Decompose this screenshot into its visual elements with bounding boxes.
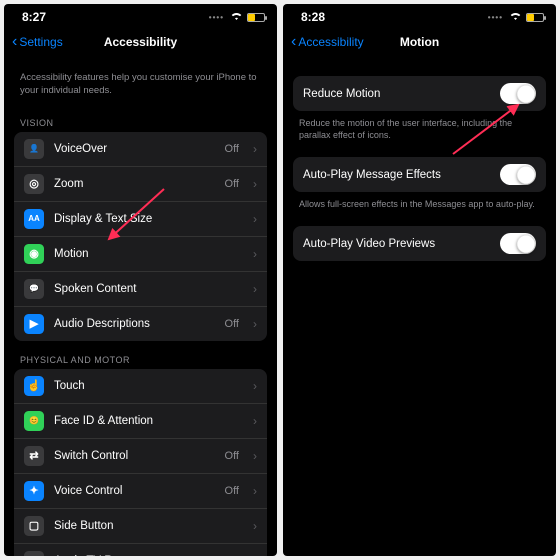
page-title: Motion (400, 35, 439, 49)
row-face-id[interactable]: 😊 Face ID & Attention › (14, 404, 267, 439)
chevron-right-icon: › (253, 379, 257, 393)
back-button[interactable]: ‹ Settings (12, 34, 63, 50)
battery-icon (247, 13, 265, 22)
row-spoken-content[interactable]: 💬 Spoken Content › (14, 272, 267, 307)
row-value: Off (225, 318, 239, 330)
touch-icon: ☝ (24, 376, 44, 396)
wifi-icon (230, 10, 243, 24)
status-right: •••• (488, 10, 544, 24)
row-auto-play-message-effects[interactable]: Auto-Play Message Effects (293, 157, 546, 192)
toggle-group: Auto-Play Video Previews (293, 226, 546, 261)
section-header-vision: VISION (4, 104, 277, 132)
status-bar: 8:28 •••• (283, 4, 556, 26)
row-label: Audio Descriptions (54, 318, 215, 330)
row-label: Side Button (54, 520, 239, 532)
list-physical: ☝ Touch › 😊 Face ID & Attention › ⇄ Switch Cont… (14, 369, 267, 556)
row-label: Auto-Play Message Effects (303, 169, 490, 181)
back-label: Accessibility (298, 35, 363, 49)
row-label: Zoom (54, 178, 215, 190)
row-motion[interactable]: ◉ Motion › (14, 237, 267, 272)
toggle-group: Reduce Motion (293, 76, 546, 111)
group-note: Allows full-screen effects in the Messag… (283, 192, 556, 210)
row-reduce-motion[interactable]: Reduce Motion (293, 76, 546, 111)
row-label: VoiceOver (54, 143, 215, 155)
row-value: Off (225, 143, 239, 155)
display-text-size-icon: AA (24, 209, 44, 229)
face-id-icon: 😊 (24, 411, 44, 431)
row-label: Apple TV Remote (54, 555, 239, 556)
voiceover-icon: 👤 (24, 139, 44, 159)
motion-icon: ◉ (24, 244, 44, 264)
phone-motion: 8:28 •••• ‹ Accessibility Motion Reduce … (283, 4, 556, 556)
row-auto-play-video-previews[interactable]: Auto-Play Video Previews (293, 226, 546, 261)
chevron-right-icon: › (253, 142, 257, 156)
row-voice-control[interactable]: ✦ Voice Control Off › (14, 474, 267, 509)
section-header-physical: PHYSICAL AND MOTOR (4, 341, 277, 369)
row-label: Display & Text Size (54, 213, 239, 225)
row-label: Auto-Play Video Previews (303, 238, 490, 250)
signal-dots: •••• (488, 13, 503, 22)
phone-accessibility: 8:27 •••• ‹ Settings Accessibility Acces… (4, 4, 277, 556)
page-title: Accessibility (104, 35, 177, 49)
row-label: Reduce Motion (303, 88, 490, 100)
row-display-text-size[interactable]: AA Display & Text Size › (14, 202, 267, 237)
chevron-right-icon: › (253, 282, 257, 296)
toggle-auto-play-message-effects[interactable] (500, 164, 536, 185)
side-button-icon: ▢ (24, 516, 44, 536)
spoken-content-icon: 💬 (24, 279, 44, 299)
chevron-right-icon: › (253, 212, 257, 226)
toggle-knob (517, 235, 535, 253)
chevron-right-icon: › (253, 247, 257, 261)
wifi-icon (509, 10, 522, 24)
status-time: 8:28 (301, 10, 325, 24)
chevron-right-icon: › (253, 177, 257, 191)
chevron-right-icon: › (253, 519, 257, 533)
row-audio-descriptions[interactable]: ▶ Audio Descriptions Off › (14, 307, 267, 341)
back-button[interactable]: ‹ Accessibility (291, 34, 364, 50)
chevron-right-icon: › (253, 484, 257, 498)
chevron-right-icon: › (253, 554, 257, 556)
audio-descriptions-icon: ▶ (24, 314, 44, 334)
switch-control-icon: ⇄ (24, 446, 44, 466)
row-apple-tv-remote[interactable]: ▭ Apple TV Remote › (14, 544, 267, 556)
row-label: Motion (54, 248, 239, 260)
status-bar: 8:27 •••• (4, 4, 277, 26)
voice-control-icon: ✦ (24, 481, 44, 501)
row-value: Off (225, 450, 239, 462)
status-time: 8:27 (22, 10, 46, 24)
row-voiceover[interactable]: 👤 VoiceOver Off › (14, 132, 267, 167)
nav-bar: ‹ Accessibility Motion (283, 26, 556, 58)
row-value: Off (225, 485, 239, 497)
row-label: Spoken Content (54, 283, 239, 295)
row-value: Off (225, 178, 239, 190)
toggle-auto-play-video-previews[interactable] (500, 233, 536, 254)
battery-icon (526, 13, 544, 22)
nav-bar: ‹ Settings Accessibility (4, 26, 277, 58)
toggle-reduce-motion[interactable] (500, 83, 536, 104)
row-label: Switch Control (54, 450, 215, 462)
chevron-right-icon: › (253, 317, 257, 331)
list-vision: 👤 VoiceOver Off › ◎ Zoom Off › AA Display & Text … (14, 132, 267, 341)
back-label: Settings (19, 35, 62, 49)
row-touch[interactable]: ☝ Touch › (14, 369, 267, 404)
signal-dots: •••• (209, 13, 224, 22)
zoom-icon: ◎ (24, 174, 44, 194)
intro-text: Accessibility features help you customis… (4, 58, 277, 104)
chevron-right-icon: › (253, 449, 257, 463)
row-label: Voice Control (54, 485, 215, 497)
chevron-left-icon: ‹ (12, 34, 17, 50)
toggle-group: Auto-Play Message Effects (293, 157, 546, 192)
row-zoom[interactable]: ◎ Zoom Off › (14, 167, 267, 202)
apple-tv-remote-icon: ▭ (24, 551, 44, 556)
group-note: Reduce the motion of the user interface,… (283, 111, 556, 141)
status-right: •••• (209, 10, 265, 24)
row-label: Face ID & Attention (54, 415, 239, 427)
toggle-knob (517, 166, 535, 184)
row-label: Touch (54, 380, 239, 392)
row-switch-control[interactable]: ⇄ Switch Control Off › (14, 439, 267, 474)
toggle-knob (517, 85, 535, 103)
chevron-right-icon: › (253, 414, 257, 428)
row-side-button[interactable]: ▢ Side Button › (14, 509, 267, 544)
chevron-left-icon: ‹ (291, 34, 296, 50)
